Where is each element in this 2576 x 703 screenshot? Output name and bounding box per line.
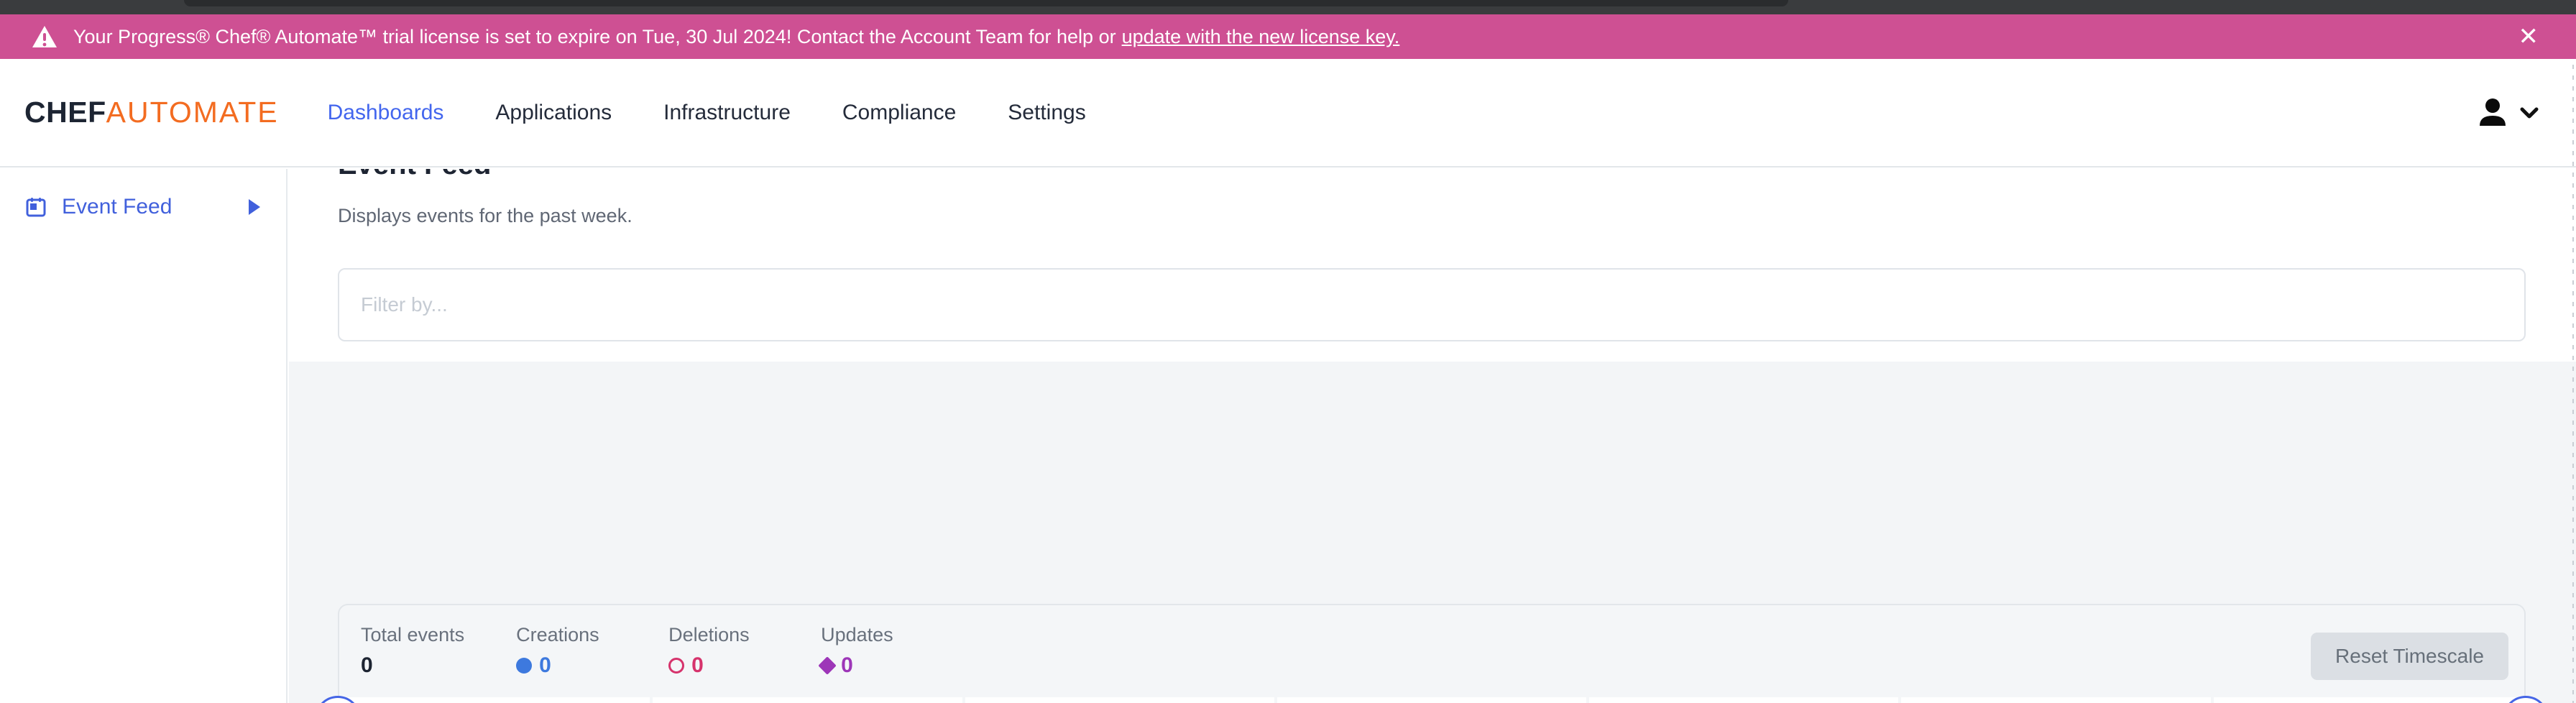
- timeline-day-cell: Sat, 20 Jul: [653, 697, 962, 703]
- nav-item[interactable]: Compliance: [842, 101, 956, 125]
- logo-chef-text: CHEF: [24, 96, 106, 129]
- stat-label: Deletions: [668, 624, 769, 646]
- stat-marker-icon: [516, 658, 532, 674]
- filter-input[interactable]: [338, 268, 2526, 341]
- stat-value: 0: [361, 653, 373, 678]
- nav-item[interactable]: Infrastructure: [663, 101, 791, 125]
- stat-label: Total events: [361, 624, 464, 646]
- expand-arrow-icon[interactable]: [249, 199, 260, 215]
- browser-tab-strip: [184, 0, 1788, 6]
- sidebar: Event Feed: [0, 169, 288, 703]
- stat-label: Updates: [821, 624, 921, 646]
- app-root: Your Progress® Chef® Automate™ trial lic…: [0, 0, 2576, 703]
- main-nav: Dashboards Applications Infrastructure Comp…: [328, 101, 1086, 125]
- event-feed-panel: Total events 0 Creations 0: [338, 604, 2526, 703]
- sidebar-item-label: Event Feed: [62, 195, 172, 219]
- stat-value: 0: [841, 653, 853, 678]
- main-content: Event Feed Displays events for the past …: [289, 169, 2576, 703]
- event-stat: Creations 0: [516, 624, 617, 678]
- timeline-day-cell: Fri, 19 Jul: [341, 697, 650, 703]
- page-title: Event Feed: [338, 169, 491, 181]
- content-gray-section: Total events 0 Creations 0: [289, 362, 2576, 703]
- stat-marker-icon: [668, 658, 684, 674]
- scrollbar[interactable]: [2572, 65, 2574, 703]
- timeline-day-cell: Wed, 24 Jul: [1901, 697, 2210, 703]
- warning-triangle-icon: [32, 25, 58, 48]
- sidebar-item-event-feed[interactable]: Event Feed: [0, 185, 286, 229]
- user-profile-icon[interactable]: [2475, 96, 2510, 130]
- event-stats-row: Total events 0 Creations 0: [361, 624, 2309, 678]
- timeline-day-cell: Tue, 23 Jul: [1589, 697, 1898, 703]
- timeline-day-cell: Thu, 25 Jul: [2214, 697, 2523, 703]
- window-chrome-bar: [0, 0, 2576, 14]
- chevron-down-icon[interactable]: [2520, 107, 2539, 119]
- chef-automate-logo[interactable]: CHEFAUTOMATE: [24, 96, 279, 129]
- reset-timescale-button[interactable]: Reset Timescale: [2311, 633, 2508, 680]
- event-stat: Total events 0: [361, 624, 464, 678]
- page-subtitle: Displays events for the past week.: [338, 205, 632, 227]
- calendar-icon: [26, 197, 46, 217]
- nav-item[interactable]: Dashboards: [328, 101, 444, 125]
- stat-value: 0: [691, 653, 704, 678]
- license-banner-text: Your Progress® Chef® Automate™ trial lic…: [73, 26, 1116, 48]
- timeline-day-header: Fri, 19 Jul Sat, 20 Jul Sun, 21 Jul Mon,…: [339, 697, 2524, 703]
- timeline-day-cell: Mon, 22 Jul: [1277, 697, 1586, 703]
- stat-label: Creations: [516, 624, 617, 646]
- event-stat: Deletions 0: [668, 624, 769, 678]
- stat-value: 0: [539, 653, 551, 678]
- app-header: CHEFAUTOMATE Dashboards Applications Infra…: [0, 59, 2576, 167]
- close-icon[interactable]: ✕: [2513, 22, 2545, 52]
- nav-item[interactable]: Applications: [495, 101, 612, 125]
- event-stat: Updates 0: [821, 624, 921, 678]
- update-license-link[interactable]: update with the new license key.: [1122, 26, 1400, 48]
- logo-automate-text: AUTOMATE: [106, 96, 279, 129]
- nav-item[interactable]: Settings: [1008, 101, 1085, 125]
- timeline-day-cell: Sun, 21 Jul: [965, 697, 1274, 703]
- user-menu[interactable]: [2475, 96, 2552, 130]
- license-banner: Your Progress® Chef® Automate™ trial lic…: [0, 14, 2576, 59]
- stat-marker-icon: [818, 656, 836, 674]
